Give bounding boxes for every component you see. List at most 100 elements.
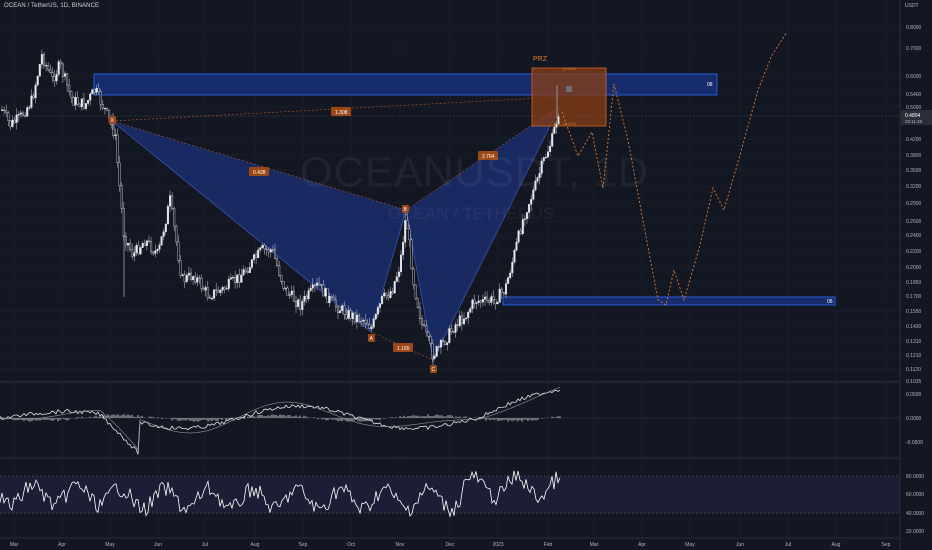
candle-body xyxy=(467,312,470,319)
candle-body xyxy=(502,292,505,295)
time-axis-label: Jul xyxy=(202,542,208,548)
point-c-label: C xyxy=(432,367,436,373)
time-axis-label: Jun xyxy=(154,542,162,548)
candle-body xyxy=(185,275,188,282)
rsi-axis-label: 80.0000 xyxy=(906,474,924,480)
ratio-ac-label: 1.165 xyxy=(397,346,410,352)
candle-body xyxy=(143,243,146,246)
price-axis-label: 0.1210 xyxy=(906,353,922,359)
candle-body xyxy=(246,271,249,274)
candle-body xyxy=(17,114,20,116)
candle-body xyxy=(303,295,306,302)
candle-body xyxy=(150,241,153,253)
candle-body xyxy=(439,340,442,348)
price-axis-label: 0.3200 xyxy=(906,184,922,190)
candle-body xyxy=(555,123,558,128)
candle-body xyxy=(68,84,71,92)
candle-body xyxy=(339,310,342,314)
candle-body xyxy=(238,274,241,283)
time-axis-label: Mar xyxy=(590,542,599,548)
candle-body xyxy=(448,328,451,343)
candle-body xyxy=(309,287,312,291)
candle-body xyxy=(248,267,251,274)
candle-body xyxy=(473,299,476,304)
prz-handle[interactable] xyxy=(566,86,572,92)
candle-body xyxy=(38,64,41,77)
candle-body xyxy=(318,282,321,286)
candle-body xyxy=(261,245,264,249)
candle-body xyxy=(387,295,390,298)
candle-body xyxy=(3,109,6,112)
price-axis[interactable]: 0.80000.70000.60000.54000.50000.45000.42… xyxy=(906,25,922,385)
candle-body xyxy=(76,96,79,105)
time-axis-label: May xyxy=(105,542,115,548)
candle-body xyxy=(105,107,108,111)
candle-body xyxy=(175,225,178,243)
time-axis-label: Apr xyxy=(58,542,66,548)
candle-body xyxy=(397,271,400,277)
candle-body xyxy=(234,277,237,283)
candle-body xyxy=(173,208,176,227)
candle-body xyxy=(244,269,247,272)
lower-support-zone[interactable] xyxy=(502,296,836,306)
candle-body xyxy=(368,324,371,329)
macd-axis-label: 0.0000 xyxy=(906,416,922,422)
candle-body xyxy=(61,63,64,77)
candle-body xyxy=(355,314,358,323)
candle-body xyxy=(351,312,354,319)
candle-body xyxy=(460,315,463,325)
candle-body xyxy=(34,84,37,99)
harmonic-pattern[interactable] xyxy=(111,96,561,362)
candle-body xyxy=(301,301,304,310)
candle-body xyxy=(122,208,125,237)
candle-body xyxy=(414,284,417,299)
candle-body xyxy=(147,240,150,242)
candle-body xyxy=(492,296,495,300)
candle-body xyxy=(364,319,367,324)
rsi-axis-label: 40.0000 xyxy=(906,511,924,517)
candle-body xyxy=(274,249,277,259)
candle-body xyxy=(507,277,510,284)
candle-body xyxy=(429,336,432,344)
candle-body xyxy=(137,245,140,255)
symbol-title[interactable]: OCEAN / TetherUS, 1D, BINANCE xyxy=(4,3,99,9)
candle-body xyxy=(97,88,100,92)
candle-body xyxy=(376,307,379,315)
candle-body xyxy=(74,96,77,106)
candle-body xyxy=(145,240,148,246)
candle-body xyxy=(103,107,106,110)
candle-body xyxy=(469,308,472,313)
time-axis-label: Dec xyxy=(446,542,455,548)
candle-body xyxy=(252,254,255,260)
candle-body xyxy=(427,331,430,337)
candle-body xyxy=(370,326,373,329)
candle-body xyxy=(200,278,203,289)
time-axis-label: Oct xyxy=(347,542,355,548)
candle-body xyxy=(189,272,192,280)
candle-body xyxy=(326,288,329,304)
candle-body xyxy=(192,276,195,280)
chart-canvas[interactable]: 08 08 PRZ (1.618) (1.272) X A B C 0.428 … xyxy=(0,0,932,550)
candle-body xyxy=(53,76,56,82)
candle-body xyxy=(187,272,190,276)
candle-body xyxy=(435,346,438,357)
candle-body xyxy=(416,298,419,308)
time-axis[interactable]: Mar Apr May Jun Jul Aug Sep Oct Nov Dec 2023 Feb Mar… xyxy=(10,542,891,548)
candle-body xyxy=(114,134,117,136)
candle-body xyxy=(141,243,144,248)
candle-body xyxy=(408,228,411,241)
upper-resistance-zone[interactable] xyxy=(93,73,718,96)
prz-box[interactable] xyxy=(531,67,607,127)
candle-body xyxy=(498,288,501,303)
candle-body xyxy=(5,110,8,114)
ratio-xd-label: 1.308 xyxy=(335,110,348,116)
candle-body xyxy=(213,289,216,299)
candle-body xyxy=(288,294,291,296)
candle-body xyxy=(66,73,69,86)
candle-body xyxy=(78,103,81,108)
candle-body xyxy=(240,274,243,283)
time-axis-label: 2023 xyxy=(492,542,503,548)
candle-body xyxy=(313,284,316,286)
candle-body xyxy=(292,290,295,302)
time-axis-label: Nov xyxy=(396,542,405,548)
